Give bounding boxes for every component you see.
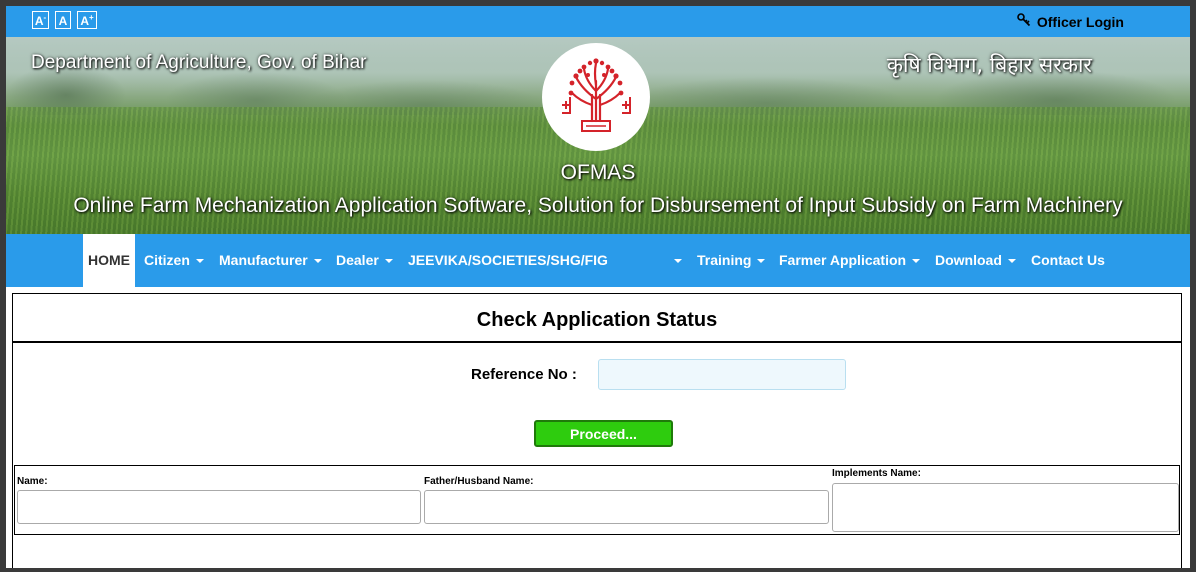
nav-jeevika-label: JEEVIKA/SOCIETIES/SHG/FIG <box>408 252 608 268</box>
nav-download[interactable]: Download <box>935 234 1016 287</box>
officer-login-label: Officer Login <box>1036 13 1124 30</box>
nav-training-label: Training <box>697 252 752 268</box>
nav-training[interactable]: Training <box>697 234 766 287</box>
name-label: Name: <box>17 476 48 487</box>
font-increase-label: A <box>80 14 89 28</box>
nav-manufacturer-label: Manufacturer <box>219 252 308 268</box>
font-normal-button[interactable]: A <box>55 11 71 29</box>
department-name-en: Department of Agriculture, Gov. of Bihar <box>31 52 367 73</box>
chevron-down-icon <box>384 259 393 264</box>
nav-home-label: HOME <box>88 252 130 268</box>
nav-download-label: Download <box>935 252 1002 268</box>
nav-manufacturer[interactable]: Manufacturer <box>219 234 322 287</box>
top-toolbar: A- A A+ Officer Login <box>6 6 1190 37</box>
nav-dealer-label: Dealer <box>336 252 379 268</box>
nav-citizen[interactable]: Citizen <box>144 234 204 287</box>
father-husband-name-field[interactable] <box>424 490 829 524</box>
main-nav: HOME Citizen Manufacturer Dealer JEEVIKA… <box>6 234 1190 287</box>
chevron-down-icon <box>673 259 682 264</box>
nav-farmer-application-label: Farmer Application <box>779 252 907 268</box>
font-increase-button[interactable]: A+ <box>77 11 97 29</box>
font-increase-mark: + <box>89 13 94 22</box>
proceed-button[interactable]: Proceed... <box>534 420 673 447</box>
implements-name-label: Implements Name: <box>832 468 921 479</box>
page-frame: A- A A+ Officer Login Department of Agri… <box>6 6 1190 568</box>
font-normal-label: A <box>58 14 68 28</box>
nav-farmer-application[interactable]: Farmer Application <box>779 234 921 287</box>
department-name-hi: कृषि विभाग, बिहार सरकार <box>886 53 1092 77</box>
nav-citizen-label: Citizen <box>144 252 190 268</box>
bihar-emblem <box>542 43 650 151</box>
implements-name-field[interactable] <box>832 483 1179 532</box>
nav-jeevika[interactable]: JEEVIKA/SOCIETIES/SHG/FIG <box>408 234 682 287</box>
app-full-name: Online Farm Mechanization Application So… <box>73 194 1123 217</box>
page-title: Check Application Status <box>13 294 1181 343</box>
nav-dealer[interactable]: Dealer <box>336 234 393 287</box>
header-banner: Department of Agriculture, Gov. of Bihar… <box>6 37 1190 234</box>
status-panel: Check Application Status Reference No : … <box>12 293 1182 568</box>
nav-contact-us[interactable]: Contact Us <box>1031 234 1105 287</box>
key-icon <box>1017 13 1031 30</box>
chevron-down-icon <box>195 259 204 264</box>
nav-home[interactable]: HOME <box>83 234 135 287</box>
chevron-down-icon <box>912 259 921 264</box>
chevron-down-icon <box>1007 259 1016 264</box>
font-decrease-button[interactable]: A- <box>32 11 49 29</box>
font-decrease-label: A <box>34 14 44 28</box>
app-short-name: OFMAS <box>560 161 636 184</box>
reference-no-label: Reference No : <box>471 366 577 383</box>
nav-contact-us-label: Contact Us <box>1031 252 1105 268</box>
officer-login-link[interactable]: Officer Login <box>1017 13 1124 30</box>
chevron-down-icon <box>757 259 766 264</box>
font-decrease-mark: - <box>43 13 47 22</box>
reference-no-input[interactable] <box>598 359 846 390</box>
result-section: Name: Father/Husband Name: Implements Na… <box>14 465 1180 535</box>
chevron-down-icon <box>313 259 322 264</box>
father-husband-name-label: Father/Husband Name: <box>424 476 534 487</box>
name-field[interactable] <box>17 490 421 524</box>
